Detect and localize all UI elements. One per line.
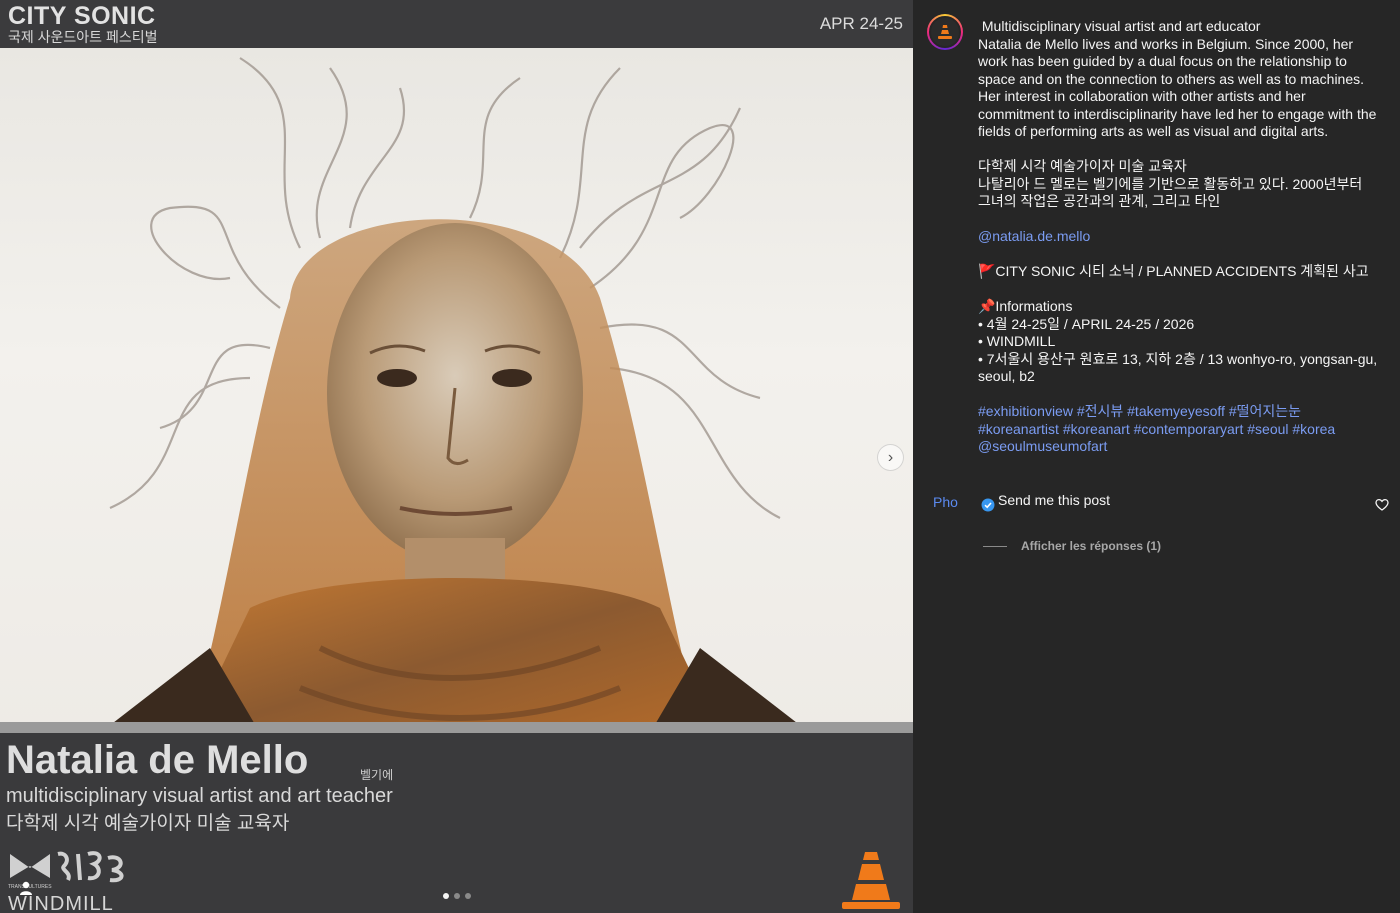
carousel-dot[interactable] — [454, 893, 460, 899]
artist-role-english: multidisciplinary visual artist and art … — [6, 785, 393, 807]
artist-origin: 벨기에 — [360, 768, 394, 782]
transcultures-logo — [10, 854, 50, 878]
info-item: • 4월 24-25일 / APRIL 24-25 / 2026 — [978, 315, 1195, 332]
heart-icon[interactable] — [1375, 498, 1389, 512]
partner-logo — [57, 851, 124, 883]
artist-mention-link[interactable]: @natalia.de.mello — [978, 228, 1378, 246]
hashtags[interactable]: #exhibitionview #전시뷰 #takemyeyesoff #떨어지… — [978, 403, 1378, 456]
carousel-dot[interactable] — [465, 893, 471, 899]
info-title: 📌Informations — [978, 298, 1073, 314]
post-caption: Multidisciplinary visual artist and art … — [978, 18, 1378, 456]
traffic-cone-icon — [938, 25, 952, 39]
portrait-illustration — [100, 57, 810, 733]
comment-text: Send me this post — [998, 492, 1111, 508]
info-item: • WINDMILL — [978, 333, 1056, 349]
caption-ko-body: 나탈리아 드 멜로는 벨기에를 기반으로 활동하고 있다. 2000년부터 그녀… — [978, 175, 1367, 210]
post-media: CITY SONIC 국제 사운드아트 페스티벌 APR 24-25 Natal… — [0, 0, 913, 913]
festival-brand-korean: 국제 사운드아트 페스티벌 — [8, 29, 158, 45]
poster-divider — [0, 722, 913, 733]
artist-role-korean: 다학제 시각 예술가이자 미술 교육자 — [6, 813, 290, 834]
commenter-avatar[interactable]: Pho — [933, 494, 963, 518]
artist-name: Natalia de Mello — [6, 738, 309, 782]
caption-en-title: Multidisciplinary visual artist and art … — [978, 18, 1261, 34]
artist-portrait — [0, 48, 913, 733]
user-tag-icon[interactable] — [18, 880, 34, 896]
caption-en-body: Natalia de Mello lives and works in Belg… — [978, 35, 1381, 140]
chevron-right-icon: › — [887, 448, 894, 466]
caption-panel: Multidisciplinary visual artist and art … — [913, 0, 1400, 913]
info-item: • 7서울시 용산구 원효로 13, 지하 2층 / 13 wonhyo-ro,… — [978, 350, 1382, 385]
traffic-cone-icon — [842, 852, 900, 909]
event-line: 🚩CITY SONIC 시티 소닉 / PLANNED ACCIDENTS 계획… — [978, 263, 1369, 279]
caption-ko-title: 다학제 시각 예술가이자 미술 교육자 — [978, 158, 1187, 174]
view-replies-button[interactable]: Afficher les réponses (1) — [983, 539, 1161, 553]
poster-header: CITY SONIC 국제 사운드아트 페스티벌 APR 24-25 — [0, 0, 913, 48]
account-avatar[interactable] — [927, 14, 963, 50]
view-replies-label: Afficher les réponses (1) — [1021, 539, 1162, 553]
comment-row: Pho Send me this post — [913, 490, 1400, 530]
next-slide-button[interactable]: › — [877, 444, 904, 471]
verified-icon — [981, 498, 995, 512]
festival-date: APR 24-25 — [819, 14, 903, 33]
carousel-dot[interactable] — [443, 893, 449, 899]
carousel-dots — [443, 893, 471, 899]
